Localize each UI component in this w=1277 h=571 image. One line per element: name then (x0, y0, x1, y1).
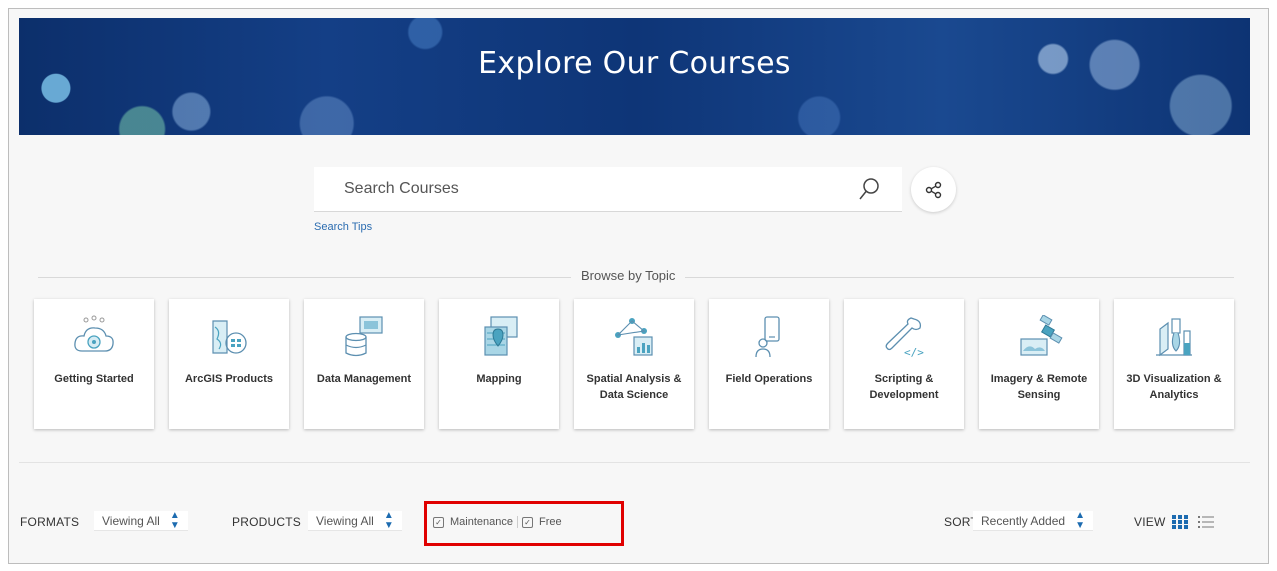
grid-view-icon[interactable] (1172, 515, 1188, 529)
search-input[interactable] (344, 180, 844, 198)
filter-bar: FORMATS Viewing All ▲ ▼ PRODUCTS Viewing … (20, 509, 1249, 531)
formats-select[interactable]: Viewing All ▲ ▼ (94, 509, 188, 531)
formats-label: FORMATS (20, 515, 80, 529)
mobile-device-icon (755, 316, 780, 358)
hero-banner: Explore Our Courses (19, 18, 1250, 135)
search-box[interactable] (314, 167, 902, 212)
maintenance-checkbox[interactable]: ✓ (433, 516, 444, 528)
products-label: PRODUCTS (232, 515, 301, 529)
list-view-icon[interactable] (1198, 515, 1214, 529)
products-select-box[interactable]: Viewing All ▲ ▼ (308, 509, 402, 531)
sort-select[interactable]: Recently Added ▲ ▼ (973, 509, 1093, 531)
view-label: VIEW (1134, 515, 1166, 529)
browse-by-topic-heading: Browse by Topic (571, 268, 686, 283)
search-icon[interactable] (858, 177, 880, 201)
formats-select-value: Viewing All (102, 513, 160, 528)
network-chart-icon (615, 318, 653, 356)
view-toggle: VIEW (1134, 513, 1165, 531)
topic-card-3d-visualization[interactable]: 3D Visualization & Analytics (1114, 299, 1234, 429)
select-arrows-icon: ▲ ▼ (383, 509, 394, 531)
checkbox-filters: ✓ Maintenance ✓ Free (433, 513, 562, 531)
products-filter: PRODUCTS (232, 513, 301, 531)
cloud-gear-icon (74, 315, 114, 352)
satellite-icon (1020, 315, 1063, 356)
select-arrows-icon: ▲ ▼ (169, 509, 180, 531)
topic-label: Imagery & Remote Sensing (990, 373, 1088, 401)
page-title: Explore Our Courses (478, 46, 791, 81)
topic-card-arcgis-products[interactable]: ArcGIS Products (169, 299, 289, 429)
database-icon (345, 316, 383, 357)
topic-label: Getting Started (54, 373, 134, 385)
products-select-value: Viewing All (316, 513, 374, 528)
topic-label: Data Management (316, 373, 412, 385)
svg-text:</>: </> (904, 346, 924, 359)
topic-label: Mapping (476, 373, 522, 385)
topic-card-mapping[interactable]: Mapping (439, 299, 559, 429)
filter-separator (517, 516, 518, 528)
topic-label: Spatial Analysis & Data Science (586, 373, 682, 401)
topic-label: 3D Visualization & Analytics (1126, 373, 1222, 401)
topic-list: Getting Started ArcGIS Products Data Man… (34, 299, 1234, 429)
grid-view-button[interactable] (1172, 513, 1188, 531)
search-tips-link[interactable]: Search Tips (314, 221, 372, 233)
share-icon (925, 181, 941, 198)
sort-select-value: Recently Added (981, 513, 1066, 528)
section-divider (19, 462, 1250, 463)
topic-card-getting-started[interactable]: Getting Started (34, 299, 154, 429)
free-label: Free (539, 516, 562, 528)
3d-chart-icon (1156, 318, 1192, 357)
topic-label: ArcGIS Products (184, 373, 274, 385)
topic-card-imagery-remote-sensing[interactable]: Imagery & Remote Sensing (979, 299, 1099, 429)
free-filter[interactable]: ✓ Free (522, 516, 562, 528)
free-checkbox[interactable]: ✓ (522, 516, 533, 528)
topic-card-field-operations[interactable]: Field Operations (709, 299, 829, 429)
map-apps-icon (212, 320, 247, 354)
select-arrows-icon: ▲ ▼ (1075, 509, 1085, 531)
formats-select-box[interactable]: Viewing All ▲ ▼ (94, 509, 188, 531)
topic-label: Scripting & Development (869, 373, 939, 401)
map-pin-icon (484, 316, 518, 356)
formats-filter: FORMATS (20, 513, 79, 531)
topic-label: Field Operations (725, 373, 813, 385)
topic-card-spatial-analysis[interactable]: Spatial Analysis & Data Science (574, 299, 694, 429)
topic-card-scripting-development[interactable]: </> Scripting & Development (844, 299, 964, 429)
share-button[interactable] (911, 167, 956, 212)
products-select[interactable]: Viewing All ▲ ▼ (308, 509, 402, 531)
wrench-code-icon: </> (885, 317, 924, 359)
maintenance-label: Maintenance (450, 516, 513, 528)
topic-card-data-management[interactable]: Data Management (304, 299, 424, 429)
list-view-button[interactable] (1198, 513, 1214, 531)
sort-select-box[interactable]: Recently Added ▲ ▼ (973, 509, 1093, 531)
maintenance-filter[interactable]: ✓ Maintenance (433, 516, 513, 528)
